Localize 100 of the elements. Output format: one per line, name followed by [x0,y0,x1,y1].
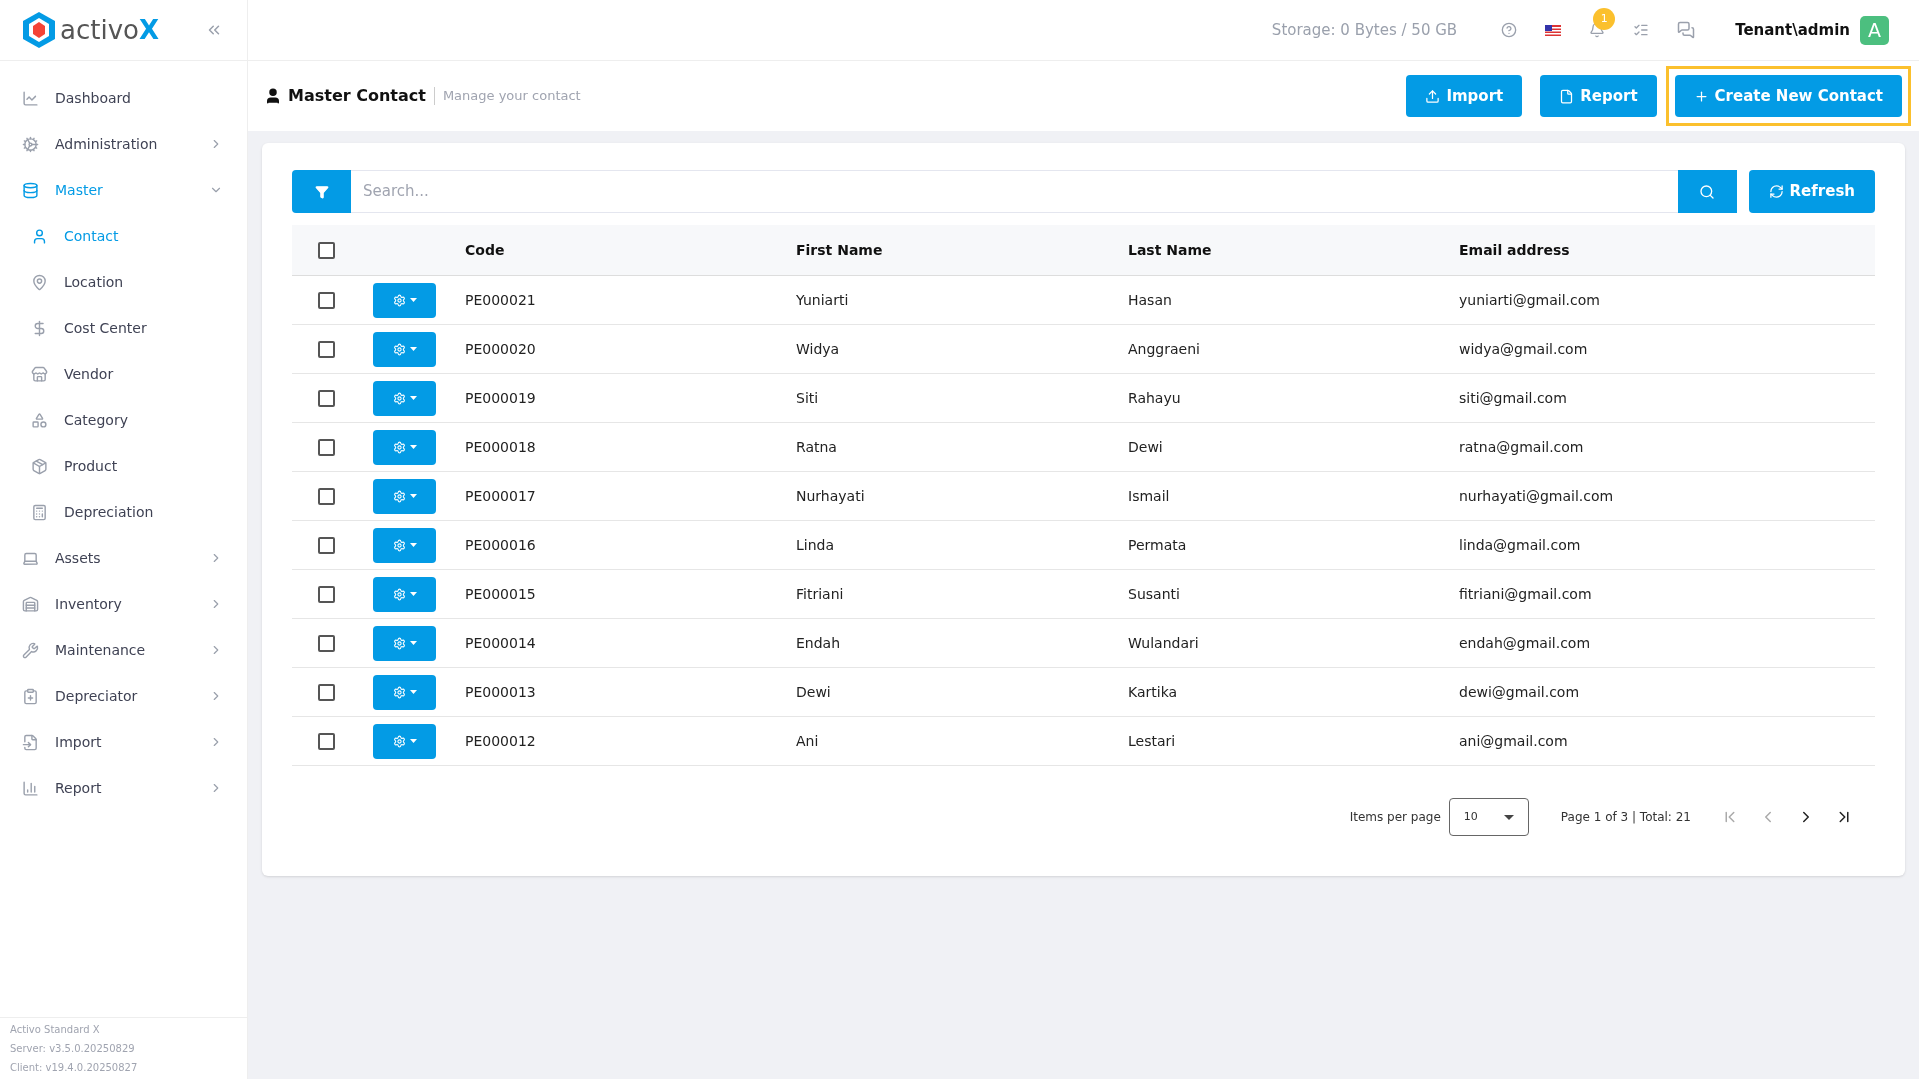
table-cell-text: dewi@gmail.com [1459,682,1581,702]
storage-text: Storage: 0 Bytes / 50 GB [1271,19,1458,41]
table-cell-text: PE000019 [465,388,537,408]
map-pin-icon [31,273,48,291]
table-cell-text: Dewi [796,682,832,702]
search-field[interactable]: Search... [351,170,1678,213]
sidebar-subitem[interactable]: Depreciation [0,489,247,535]
person-icon [264,87,282,105]
table-cell-text: PE000013 [465,682,537,702]
page-subtitle: Manage your contact [442,87,581,106]
checkbox[interactable] [317,585,335,603]
checkbox[interactable] [317,241,335,259]
table-cell-text: Permata [1128,535,1188,555]
caret-icon [1503,814,1514,820]
row-actions-button[interactable] [373,723,436,759]
row-actions-button[interactable] [373,478,436,514]
table-cell-text: Fitriani [796,584,845,604]
sidebar-subitem[interactable]: Product [0,443,247,489]
logo-icon [22,11,56,49]
caret-icon [409,592,417,596]
sidebar-item[interactable]: Dashboard [0,75,247,121]
gear-icon [392,489,406,503]
caret-icon [409,445,417,449]
flag-icon[interactable] [1545,24,1562,36]
column-header: Last Name [1128,240,1213,260]
table-cell-text: Rahayu [1128,388,1182,408]
table-cell-text: Widya [796,339,841,359]
sidebar-item[interactable]: Maintenance [0,627,247,673]
table-cell-text: PE000017 [465,486,537,506]
checkbox[interactable] [317,683,335,701]
table-cell-text: fitriani@gmail.com [1459,584,1593,604]
table-cell-text: Kartika [1128,682,1179,702]
bell-icon[interactable] [1589,22,1606,38]
warehouse-icon [22,595,39,613]
checkbox[interactable] [317,340,335,358]
column-header: Code [465,240,506,260]
table-cell-text: Dewi [1128,437,1164,457]
table-cell-text: Wulandari [1128,633,1200,653]
store-icon [31,365,48,383]
user-name[interactable]: Tenant\admin [1735,18,1850,42]
table-cell-text: Siti [796,388,820,408]
filter-button[interactable] [292,170,351,213]
table-cell-text: endah@gmail.com [1459,633,1592,653]
sidebar-subitem[interactable]: Vendor [0,351,247,397]
checkbox[interactable] [317,291,335,309]
table-cell-text: Linda [796,535,836,555]
checkbox[interactable] [317,536,335,554]
sidebar-subitem[interactable]: Cost Center [0,305,247,351]
row-actions-button[interactable] [373,576,436,612]
sidebar-subitem[interactable]: Location [0,259,247,305]
table-cell-text: PE000016 [465,535,537,555]
help-icon[interactable] [1501,22,1518,38]
checklist-icon[interactable] [1633,22,1650,38]
sidebar-item[interactable]: Import [0,719,247,765]
table-cell-text: Susanti [1128,584,1181,604]
table-cell-text: ratna@gmail.com [1459,437,1585,457]
filter-icon [314,184,329,199]
bar-chart-icon [22,779,39,797]
checkbox[interactable] [317,438,335,456]
chat-icon[interactable] [1677,21,1696,39]
row-actions-button[interactable] [373,282,436,318]
row-actions-button[interactable] [373,527,436,563]
checkbox[interactable] [317,487,335,505]
table-cell-text: Yuniarti [796,290,850,310]
table-cell-text: PE000020 [465,339,537,359]
items-per-page-label: Items per page [1349,809,1441,826]
items-per-page-select[interactable]: 10 [1448,798,1529,836]
import-icon [22,733,39,751]
table-cell-text: PE000015 [465,584,537,604]
clipboard-icon [22,687,39,705]
caret-icon [409,739,417,743]
checkbox[interactable] [317,389,335,407]
table-cell-text: Ismail [1128,486,1171,506]
table-cell-text: Ratna [796,437,838,457]
sidebar-item[interactable]: Report [0,765,247,811]
sidebar-subitem[interactable]: Category [0,397,247,443]
caret-icon [409,641,417,645]
sidebar-item[interactable]: Assets [0,535,247,581]
gear-icon [392,636,406,650]
checkbox[interactable] [317,634,335,652]
search-button[interactable] [1677,170,1737,213]
database-icon [22,181,39,199]
version-text: Activo Standard X [10,1023,101,1037]
checkbox[interactable] [317,732,335,750]
row-actions-button[interactable] [373,429,436,465]
gear-icon [392,391,406,405]
row-actions-button[interactable] [373,625,436,661]
table-cell-text: Ani [796,731,820,751]
gear-icon [392,538,406,552]
sidebar-item[interactable]: Depreciator [0,673,247,719]
column-header: First Name [796,240,884,260]
chart-icon [22,89,39,107]
sidebar-item[interactable]: Inventory [0,581,247,627]
row-actions-button[interactable] [373,380,436,416]
sidebar-item[interactable]: Administration [0,121,247,167]
row-actions-button[interactable] [373,674,436,710]
page-summary: Page 1 of 3 | Total: 21 [1560,809,1691,826]
gears-icon [22,135,39,153]
row-actions-button[interactable] [373,331,436,367]
gear-icon [392,587,406,601]
